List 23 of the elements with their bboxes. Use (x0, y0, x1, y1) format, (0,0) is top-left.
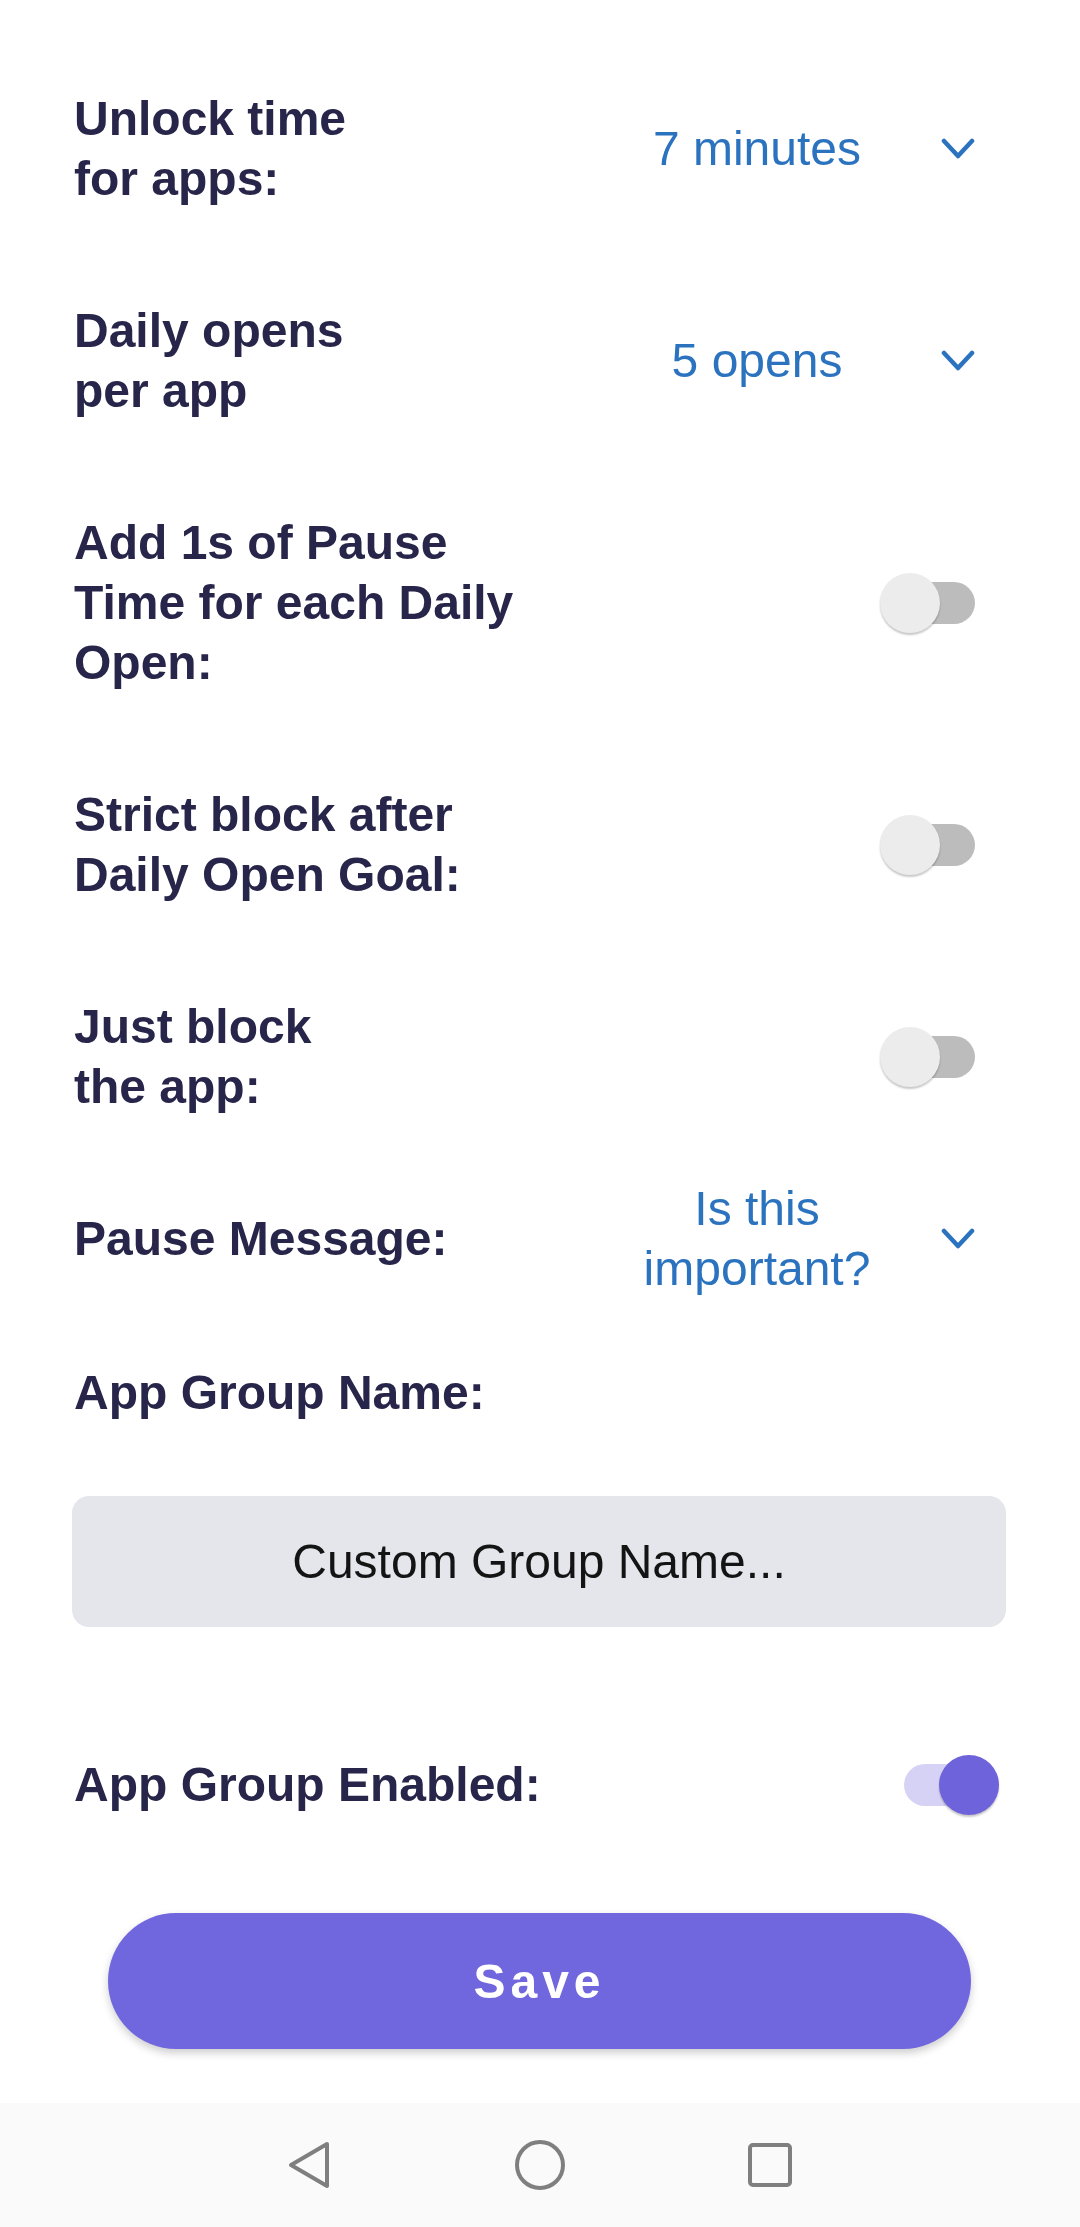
field-label: App Group Name: (74, 1365, 485, 1421)
save-button[interactable]: Save (108, 1913, 971, 2049)
home-icon[interactable] (515, 2140, 565, 2190)
setting-label: Unlock time for apps: (74, 91, 347, 207)
setting-label: Strict block after Daily Open Goal: (74, 787, 461, 903)
setting-label: App Group Enabled: (74, 1757, 541, 1813)
chevron-down-icon (941, 1228, 975, 1250)
setting-label: Pause Message: (74, 1211, 448, 1267)
toggle-switch[interactable] (880, 815, 975, 875)
recent-apps-icon[interactable] (748, 2143, 792, 2187)
group-name-field[interactable]: Custom Group Name... (72, 1496, 1006, 1627)
dropdown[interactable]: 7 minutes (626, 119, 975, 179)
dropdown[interactable]: 5 opens (626, 331, 975, 391)
toggle-switch[interactable] (880, 573, 975, 633)
toggle-switch[interactable] (880, 1027, 975, 1087)
setting-label: Daily opens per app (74, 303, 344, 419)
dropdown[interactable]: Is this important? (626, 1179, 975, 1299)
toggle-switch[interactable] (904, 1755, 999, 1815)
setting-label: Just block the app: (74, 999, 312, 1115)
back-icon[interactable] (288, 2141, 330, 2189)
chevron-down-icon (941, 138, 975, 160)
setting-label: Add 1s of Pause Time for each Daily Open: (74, 515, 514, 691)
chevron-down-icon (941, 350, 975, 372)
